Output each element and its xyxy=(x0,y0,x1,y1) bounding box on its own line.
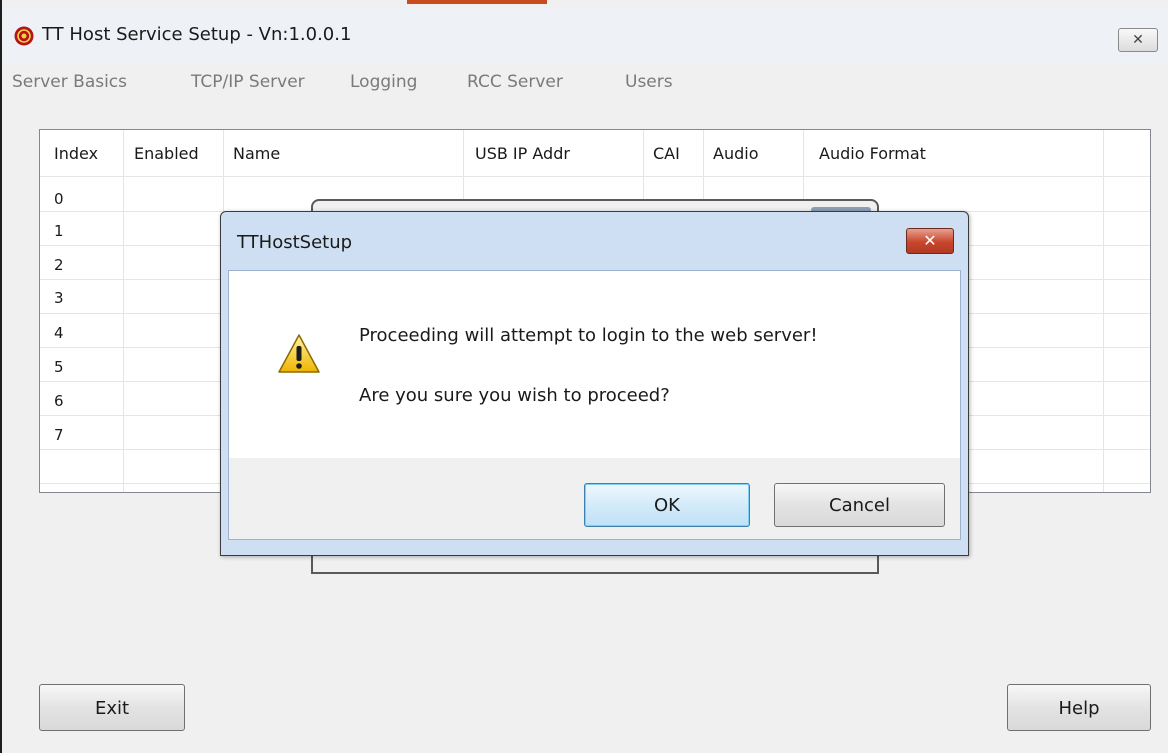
row-index-3[interactable]: 3 xyxy=(54,289,64,307)
column-divider xyxy=(1103,130,1104,492)
row-index-2[interactable]: 2 xyxy=(54,256,64,274)
window-close-button[interactable]: ✕ xyxy=(1118,28,1158,52)
col-index[interactable]: Index xyxy=(54,144,98,163)
dialog-title: TTHostSetup xyxy=(237,232,353,253)
menu-tcpip-server[interactable]: TCP/IP Server xyxy=(191,72,305,92)
dialog-question: Are you sure you wish to proceed? xyxy=(359,385,670,406)
warning-icon xyxy=(278,334,320,373)
row-index-0[interactable]: 0 xyxy=(54,190,64,208)
background-window-edge xyxy=(407,0,547,4)
dialog-message: Proceeding will attempt to login to the … xyxy=(359,325,818,346)
menu-users[interactable]: Users xyxy=(625,72,673,92)
col-audio-format[interactable]: Audio Format xyxy=(819,144,926,163)
title-bar: TT Host Service Setup - Vn:1.0.0.1 ✕ xyxy=(2,8,1168,64)
row-index-4[interactable]: 4 xyxy=(54,324,64,342)
grid-header: Index Enabled Name USB IP Addr CAI Audio… xyxy=(40,130,1150,177)
row-index-7[interactable]: 7 xyxy=(54,426,64,444)
window-title: TT Host Service Setup - Vn:1.0.0.1 xyxy=(42,24,352,45)
ok-button[interactable]: OK xyxy=(584,483,750,527)
col-audio[interactable]: Audio xyxy=(713,144,758,163)
row-index-6[interactable]: 6 xyxy=(54,392,64,410)
col-cai[interactable]: CAI xyxy=(653,144,680,163)
col-name[interactable]: Name xyxy=(233,144,280,163)
column-divider xyxy=(123,130,124,492)
menu-bar: Server Basics TCP/IP Server Logging RCC … xyxy=(2,64,1168,100)
exit-button[interactable]: Exit xyxy=(39,684,185,731)
menu-server-basics[interactable]: Server Basics xyxy=(12,72,127,92)
dialog-footer: OK Cancel xyxy=(229,458,960,539)
col-usb-ip-addr[interactable]: USB IP Addr xyxy=(475,144,570,163)
help-button[interactable]: Help xyxy=(1007,684,1151,731)
row-index-1[interactable]: 1 xyxy=(54,222,64,240)
row-index-5[interactable]: 5 xyxy=(54,358,64,376)
app-icon xyxy=(14,26,34,46)
cancel-button[interactable]: Cancel xyxy=(774,483,945,527)
dialog-body: Proceeding will attempt to login to the … xyxy=(228,270,961,540)
menu-rcc-server[interactable]: RCC Server xyxy=(467,72,563,92)
col-enabled[interactable]: Enabled xyxy=(134,144,199,163)
menu-logging[interactable]: Logging xyxy=(350,72,417,92)
dialog-close-button[interactable]: ✕ xyxy=(906,228,954,254)
confirm-dialog: TTHostSetup ✕ Proceeding will attempt to… xyxy=(220,211,969,556)
